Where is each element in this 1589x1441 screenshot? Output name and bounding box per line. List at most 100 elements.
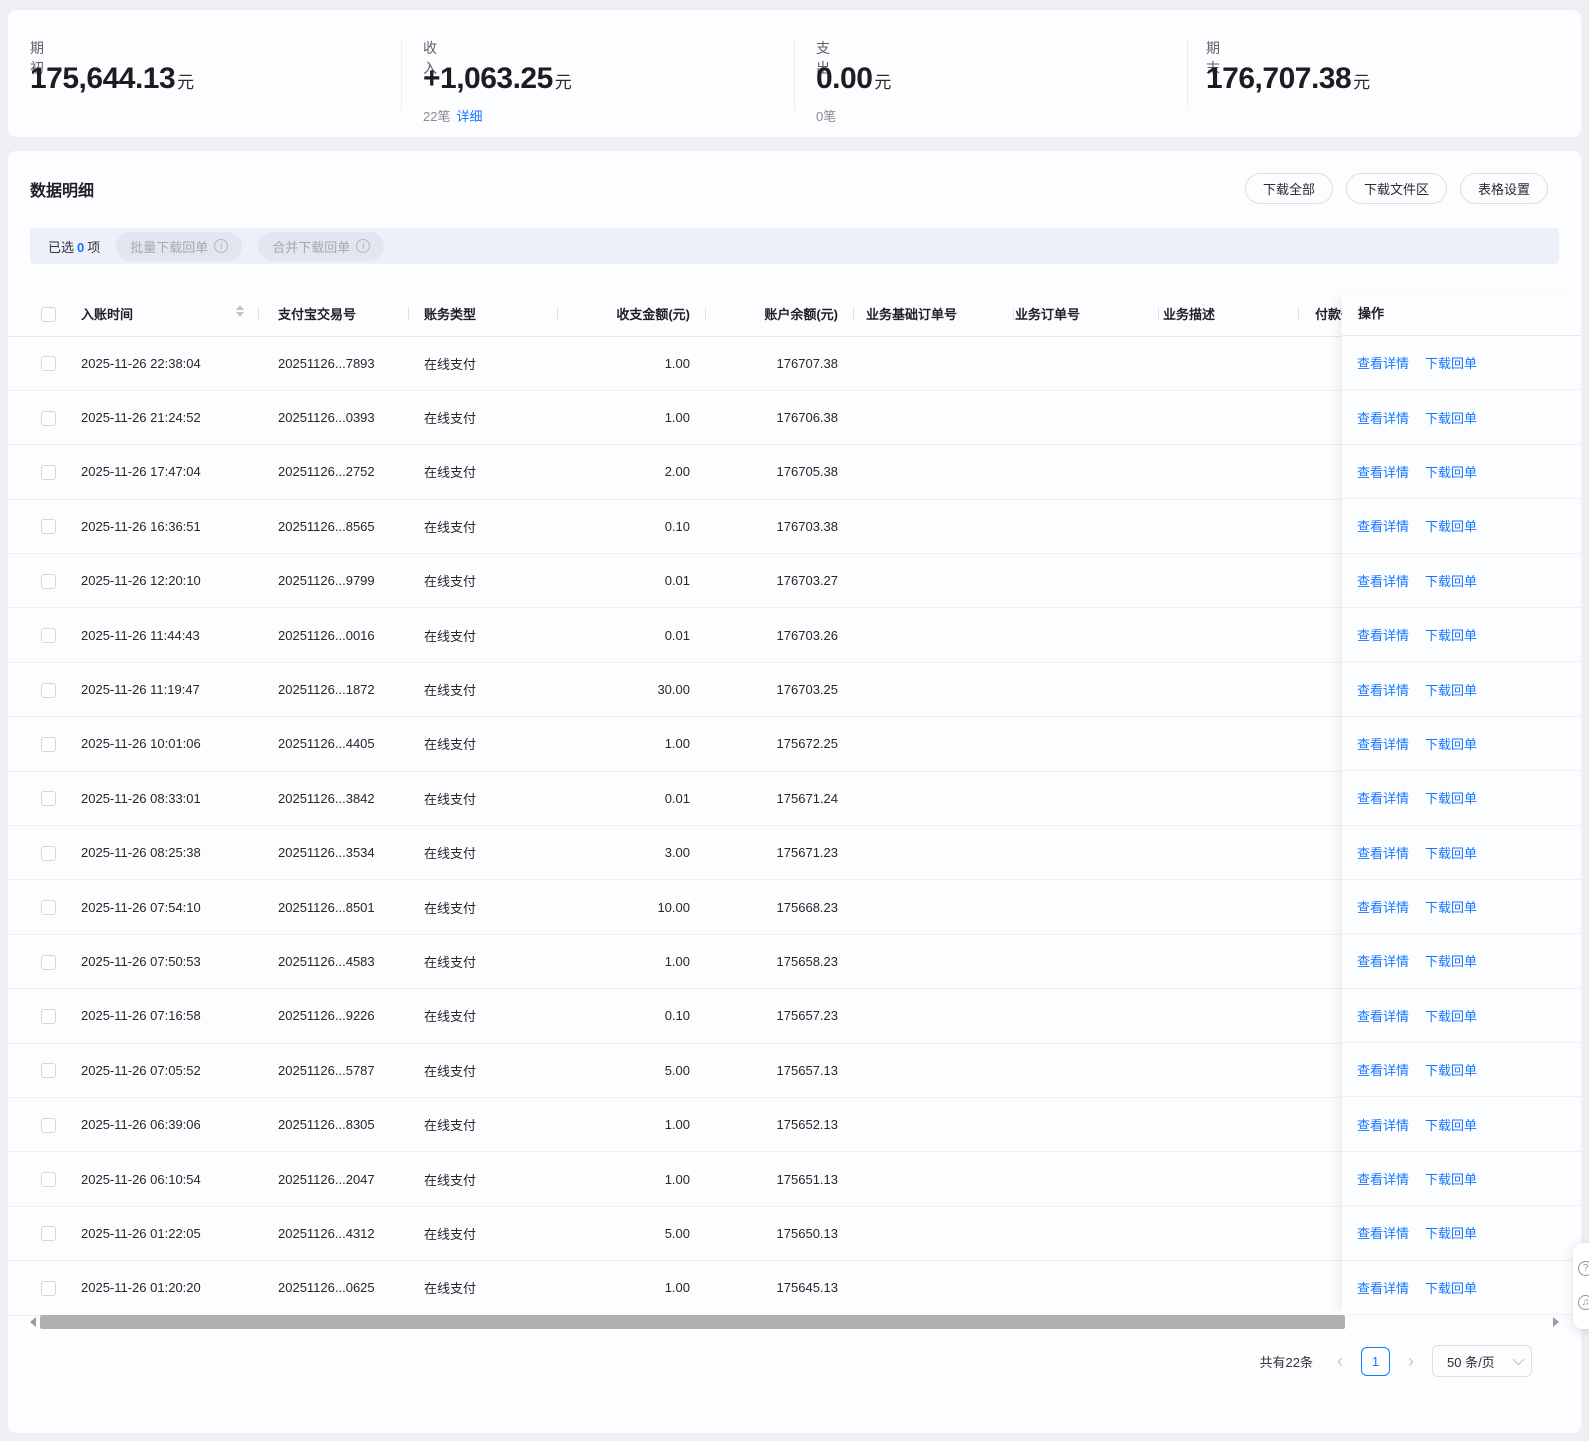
horizontal-scrollbar[interactable] [8,1315,1581,1330]
cell-order [1013,879,1158,935]
view-detail-link[interactable]: 查看详情 [1357,680,1409,699]
cell-txn-id: 20251126...2047 [258,1151,408,1207]
table-settings-button[interactable]: 表格设置 [1459,173,1548,204]
view-detail-link[interactable]: 查看详情 [1357,843,1409,862]
view-detail-link[interactable]: 查看详情 [1357,625,1409,644]
row-checkbox[interactable] [41,791,56,807]
cell-time: 2025-11-26 08:25:38 [76,825,258,881]
view-detail-link[interactable]: 查看详情 [1357,788,1409,807]
row-checkbox[interactable] [41,736,56,752]
row-actions: 查看详情 下载回单 [1342,1206,1581,1261]
row-checkbox[interactable] [41,465,56,480]
download-receipt-link[interactable]: 下载回单 [1425,680,1477,699]
row-checkbox[interactable] [41,628,56,644]
cell-base-order [853,1043,1013,1098]
row-checkbox[interactable] [41,1226,56,1242]
cell-order [1013,1260,1158,1316]
row-checkbox[interactable] [41,573,56,589]
cell-order [1013,336,1158,391]
download-receipt-link[interactable]: 下载回单 [1425,408,1477,427]
download-receipt-link[interactable]: 下载回单 [1425,843,1477,862]
view-detail-link[interactable]: 查看详情 [1357,408,1409,427]
row-checkbox[interactable] [41,1063,56,1079]
batch-download-button[interactable]: 批量下载回单 i [116,231,243,261]
download-receipt-link[interactable]: 下载回单 [1425,516,1477,535]
row-checkbox[interactable] [41,954,56,970]
cell-desc [1158,1151,1298,1207]
cell-desc [1158,607,1298,663]
cell-account-type: 在线支付 [408,1043,557,1098]
page-size-select[interactable]: 50 条/页 [1432,1345,1532,1377]
download-receipt-link[interactable]: 下载回单 [1425,1006,1477,1025]
cell-time: 2025-11-26 17:47:04 [76,444,258,500]
cell-balance: 175650.13 [705,1206,853,1262]
download-receipt-link[interactable]: 下载回单 [1425,1169,1477,1188]
cell-desc [1158,1097,1298,1153]
cell-amount: 3.00 [557,825,705,881]
income-detail-link[interactable]: 详细 [456,109,482,124]
view-detail-link[interactable]: 查看详情 [1357,897,1409,916]
download-receipt-link[interactable]: 下载回单 [1425,571,1477,590]
cell-order [1013,499,1158,555]
select-all-checkbox[interactable] [41,306,56,322]
download-filezone-button[interactable]: 下载文件区 [1345,173,1447,204]
view-detail-link[interactable]: 查看详情 [1357,353,1409,372]
row-checkbox[interactable] [41,410,56,426]
download-receipt-link[interactable]: 下载回单 [1425,1060,1477,1079]
view-detail-link[interactable]: 查看详情 [1357,1006,1409,1025]
row-checkbox[interactable] [41,900,56,916]
scroll-right-icon[interactable] [1553,1317,1559,1327]
download-all-button[interactable]: 下载全部 [1244,173,1333,204]
view-detail-link[interactable]: 查看详情 [1357,1060,1409,1079]
merge-download-button[interactable]: 合并下载回单 i [258,231,385,261]
view-detail-link[interactable]: 查看详情 [1357,734,1409,753]
view-detail-link[interactable]: 查看详情 [1357,516,1409,535]
view-detail-link[interactable]: 查看详情 [1357,1278,1409,1297]
view-detail-link[interactable]: 查看详情 [1357,1115,1409,1134]
row-checkbox[interactable] [41,682,56,698]
scrollbar-thumb[interactable] [40,1315,1345,1329]
cell-time: 2025-11-26 07:54:10 [76,879,258,935]
row-checkbox[interactable] [41,1008,56,1024]
cell-txn-id: 20251126...3534 [258,825,408,881]
row-checkbox[interactable] [41,1280,56,1296]
view-detail-link[interactable]: 查看详情 [1357,571,1409,590]
page-number-button[interactable]: 1 [1361,1346,1390,1376]
cell-desc [1158,716,1298,772]
row-checkbox[interactable] [41,1172,56,1188]
view-detail-link[interactable]: 查看详情 [1357,462,1409,481]
row-checkbox[interactable] [41,356,56,372]
next-page-icon[interactable]: › [1405,1347,1417,1375]
view-detail-link[interactable]: 查看详情 [1357,951,1409,970]
cell-amount: 1.00 [557,716,705,772]
row-checkbox[interactable] [41,1117,56,1133]
cell-account-type: 在线支付 [408,1151,557,1207]
row-actions: 查看详情 下载回单 [1342,989,1581,1044]
download-receipt-link[interactable]: 下载回单 [1425,1115,1477,1134]
download-receipt-link[interactable]: 下载回单 [1425,734,1477,753]
cell-desc [1158,553,1298,609]
row-checkbox[interactable] [41,845,56,861]
download-receipt-link[interactable]: 下载回单 [1425,625,1477,644]
cell-desc [1158,825,1298,881]
sort-icon[interactable] [236,305,244,317]
download-receipt-link[interactable]: 下载回单 [1425,353,1477,372]
download-receipt-link[interactable]: 下载回单 [1425,1278,1477,1297]
cell-amount: 5.00 [557,1043,705,1098]
prev-page-icon[interactable]: ‹ [1334,1347,1346,1375]
view-detail-link[interactable]: 查看详情 [1357,1223,1409,1242]
row-checkbox[interactable] [41,519,56,535]
cell-order [1013,1206,1158,1262]
scroll-left-icon[interactable] [30,1317,36,1327]
download-receipt-link[interactable]: 下载回单 [1425,951,1477,970]
cell-txn-id: 20251126...1872 [258,662,408,718]
headset-icon[interactable]: ♫ [1578,1295,1589,1310]
header-amount: 收支金额(元) [557,292,705,337]
download-receipt-link[interactable]: 下载回单 [1425,1223,1477,1242]
question-icon[interactable]: ? [1578,1261,1589,1276]
view-detail-link[interactable]: 查看详情 [1357,1169,1409,1188]
download-receipt-link[interactable]: 下载回单 [1425,788,1477,807]
download-receipt-link[interactable]: 下载回单 [1425,897,1477,916]
header-txn-id: 支付宝交易号 [258,292,408,337]
download-receipt-link[interactable]: 下载回单 [1425,462,1477,481]
